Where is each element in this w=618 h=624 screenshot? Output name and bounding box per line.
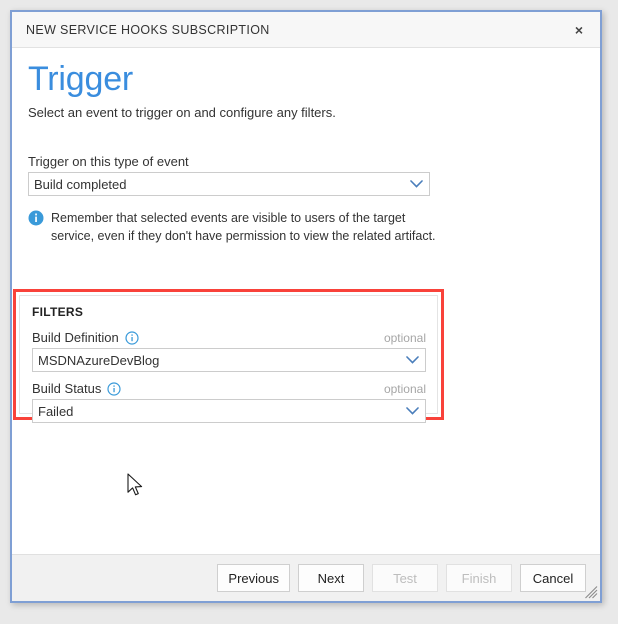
filters-section-title: FILTERS xyxy=(32,305,84,319)
next-button[interactable]: Next xyxy=(298,564,364,592)
close-icon[interactable]: × xyxy=(564,16,594,44)
chevron-down-icon xyxy=(403,180,429,188)
event-visibility-note: Remember that selected events are visibl… xyxy=(28,209,448,245)
event-type-label-text: Trigger on this type of event xyxy=(28,154,189,170)
build-definition-value: MSDNAzureDevBlog xyxy=(38,352,160,368)
filter-row: Build Definition optional MSDNAzureDevBl… xyxy=(32,330,426,372)
build-status-optional-tag: optional xyxy=(383,381,426,396)
build-status-label-line: Build Status optional xyxy=(32,381,426,396)
build-definition-label-line: Build Definition optional xyxy=(32,330,426,345)
build-definition-dropdown[interactable]: MSDNAzureDevBlog xyxy=(32,348,426,372)
dialog-footer: Previous Next Test Finish Cancel xyxy=(12,554,600,601)
new-service-hooks-subscription-dialog: NEW SERVICE HOOKS SUBSCRIPTION × Trigger… xyxy=(10,10,602,603)
info-outline-icon[interactable] xyxy=(125,330,139,345)
page-subtitle: Select an event to trigger on and config… xyxy=(28,105,336,121)
chevron-down-icon xyxy=(399,356,425,364)
build-status-dropdown[interactable]: Failed xyxy=(32,399,426,423)
filter-row: Build Status optional Failed xyxy=(32,381,426,423)
event-type-dropdown[interactable]: Build completed xyxy=(28,172,430,197)
mouse-cursor-arrow xyxy=(126,473,146,501)
finish-button: Finish xyxy=(446,564,512,592)
cancel-button[interactable]: Cancel xyxy=(520,564,586,592)
resize-grip-icon[interactable] xyxy=(584,585,598,599)
build-definition-optional-tag: optional xyxy=(383,330,426,345)
event-type-value: Build completed xyxy=(34,176,127,192)
dialog-title: NEW SERVICE HOOKS SUBSCRIPTION xyxy=(26,22,270,37)
dialog-title-bar: NEW SERVICE HOOKS SUBSCRIPTION × xyxy=(12,12,600,48)
test-button: Test xyxy=(372,564,438,592)
info-outline-icon[interactable] xyxy=(107,381,121,396)
filters-panel: FILTERS Build Definition optional MSDNAz… xyxy=(19,295,438,423)
build-status-value: Failed xyxy=(38,403,74,419)
event-visibility-note-text: Remember that selected events are visibl… xyxy=(51,211,436,244)
dialog-body: Trigger Select an event to trigger on an… xyxy=(12,48,600,554)
build-status-label: Build Status xyxy=(32,381,102,396)
event-type-label: Trigger on this type of event xyxy=(28,154,584,169)
info-filled-icon xyxy=(28,210,44,226)
build-definition-label: Build Definition xyxy=(32,330,119,345)
page-title: Trigger xyxy=(28,60,134,98)
previous-button[interactable]: Previous xyxy=(217,564,290,592)
chevron-down-icon xyxy=(399,407,425,415)
